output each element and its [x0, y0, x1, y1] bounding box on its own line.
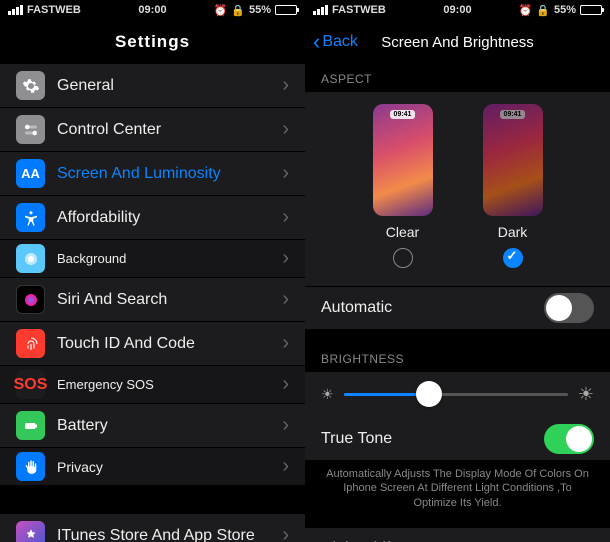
chevron-right-icon: › — [282, 118, 289, 141]
brightness-header: BRIGHTNESS — [305, 344, 610, 372]
row-label: Battery — [57, 417, 282, 435]
row-itunes[interactable]: ITunes Store And App Store › — [0, 514, 305, 542]
back-button[interactable]: ‹ Back — [313, 29, 358, 55]
battery-pct: 55% — [249, 4, 271, 16]
status-bar: FASTWEB 09:00 ⏰ 🔒 55% — [305, 0, 610, 20]
appearance-dark-label: Dark — [498, 224, 528, 240]
radio-checked[interactable] — [503, 248, 523, 268]
automatic-label: Automatic — [321, 299, 544, 317]
row-label: Privacy — [57, 459, 282, 475]
carrier-label: FASTWEB — [27, 4, 81, 16]
row-label: Touch ID And Code — [57, 335, 282, 353]
accessibility-icon — [16, 203, 45, 232]
hand-icon — [16, 452, 45, 481]
row-truetone: True Tone — [305, 417, 610, 461]
chevron-right-icon: › — [282, 206, 289, 229]
row-sos[interactable]: SOS Emergency SOS › — [0, 366, 305, 404]
page-title: Screen And Brightness — [381, 34, 534, 51]
nav-bar: Settings — [0, 20, 305, 64]
preview-light: 09:41 — [373, 104, 433, 216]
row-siri[interactable]: Siri And Search › — [0, 278, 305, 322]
row-affordability[interactable]: Affordability › — [0, 196, 305, 240]
row-label: Affordability — [57, 209, 282, 227]
alarm-icon: ⏰ — [214, 4, 228, 17]
row-background[interactable]: Background › — [0, 240, 305, 278]
chevron-right-icon: › — [282, 524, 289, 542]
nav-bar: ‹ Back Screen And Brightness — [305, 20, 610, 64]
battery-pct: 55% — [554, 4, 576, 16]
row-label: ITunes Store And App Store — [57, 527, 282, 542]
row-battery[interactable]: Battery › — [0, 404, 305, 448]
row-touchid[interactable]: Touch ID And Code › — [0, 322, 305, 366]
sun-small-icon: ☀︎ — [321, 386, 334, 403]
row-privacy[interactable]: Privacy › — [0, 448, 305, 486]
automatic-switch[interactable] — [544, 293, 594, 323]
appearance-clear[interactable]: 09:41 Clear — [373, 104, 433, 268]
status-time: 09:00 — [443, 4, 471, 16]
row-label: General — [57, 77, 282, 95]
brightness-slider-row: ☀︎ ☀︎ — [305, 372, 610, 417]
chevron-right-icon: › — [282, 455, 289, 478]
radio-unchecked[interactable] — [393, 248, 413, 268]
signal-icon — [8, 5, 23, 15]
chevron-right-icon: › — [282, 162, 289, 185]
row-general[interactable]: General › — [0, 64, 305, 108]
truetone-note: Automatically Adjusts The Display Mode O… — [305, 461, 610, 520]
sun-large-icon: ☀︎ — [578, 384, 594, 405]
chevron-right-icon: › — [282, 247, 289, 270]
appearance-clear-label: Clear — [386, 224, 419, 240]
wallpaper-icon — [16, 244, 45, 273]
battery-row-icon — [16, 411, 45, 440]
alarm-icon: ⏰ — [519, 4, 533, 17]
battery-icon — [580, 5, 602, 15]
chevron-right-icon: › — [282, 332, 289, 355]
appearance-dark[interactable]: 09:41 Dark — [483, 104, 543, 268]
signal-icon — [313, 5, 328, 15]
appearance-picker: 09:41 Clear 09:41 Dark — [305, 92, 610, 286]
row-label: Screen And Luminosity — [57, 165, 282, 183]
row-control-center[interactable]: Control Center › — [0, 108, 305, 152]
status-time: 09:00 — [138, 4, 166, 16]
settings-pane: FASTWEB 09:00 ⏰ 🔒 55% Settings General ›… — [0, 0, 305, 542]
chevron-left-icon: ‹ — [313, 29, 320, 55]
row-label: Siri And Search — [57, 291, 282, 309]
preview-dark: 09:41 — [483, 104, 543, 216]
appstore-icon — [16, 521, 45, 542]
chevron-right-icon: › — [282, 74, 289, 97]
chevron-right-icon: › — [282, 288, 289, 311]
brightness-icon: AA — [16, 159, 45, 188]
switches-icon — [16, 115, 45, 144]
chevron-right-icon: › — [587, 538, 594, 542]
row-nightshift[interactable]: Night Shift 22:00 - 08:00 › — [305, 528, 610, 542]
row-label: Background — [57, 251, 282, 266]
carrier-label: FASTWEB — [332, 4, 386, 16]
fingerprint-icon — [16, 329, 45, 358]
sos-icon: SOS — [16, 370, 45, 399]
aspect-header: ASPECT — [305, 64, 610, 92]
chevron-right-icon: › — [282, 373, 289, 396]
chevron-right-icon: › — [282, 414, 289, 437]
row-automatic: Automatic — [305, 286, 610, 330]
rotation-lock-icon: 🔒 — [231, 4, 245, 17]
rotation-lock-icon: 🔒 — [536, 4, 550, 17]
siri-icon — [16, 285, 45, 314]
brightness-slider[interactable] — [344, 393, 568, 396]
battery-icon — [275, 5, 297, 15]
brightness-pane: FASTWEB 09:00 ⏰ 🔒 55% ‹ Back Screen And … — [305, 0, 610, 542]
truetone-switch[interactable] — [544, 424, 594, 454]
truetone-label: True Tone — [321, 430, 544, 448]
row-label: Emergency SOS — [57, 377, 282, 392]
page-title: Settings — [115, 32, 190, 52]
status-bar: FASTWEB 09:00 ⏰ 🔒 55% — [0, 0, 305, 20]
gear-icon — [16, 71, 45, 100]
row-label: Control Center — [57, 121, 282, 139]
row-screen-luminosity[interactable]: AA Screen And Luminosity › — [0, 152, 305, 196]
back-label: Back — [322, 33, 358, 51]
slider-thumb[interactable] — [416, 381, 442, 407]
